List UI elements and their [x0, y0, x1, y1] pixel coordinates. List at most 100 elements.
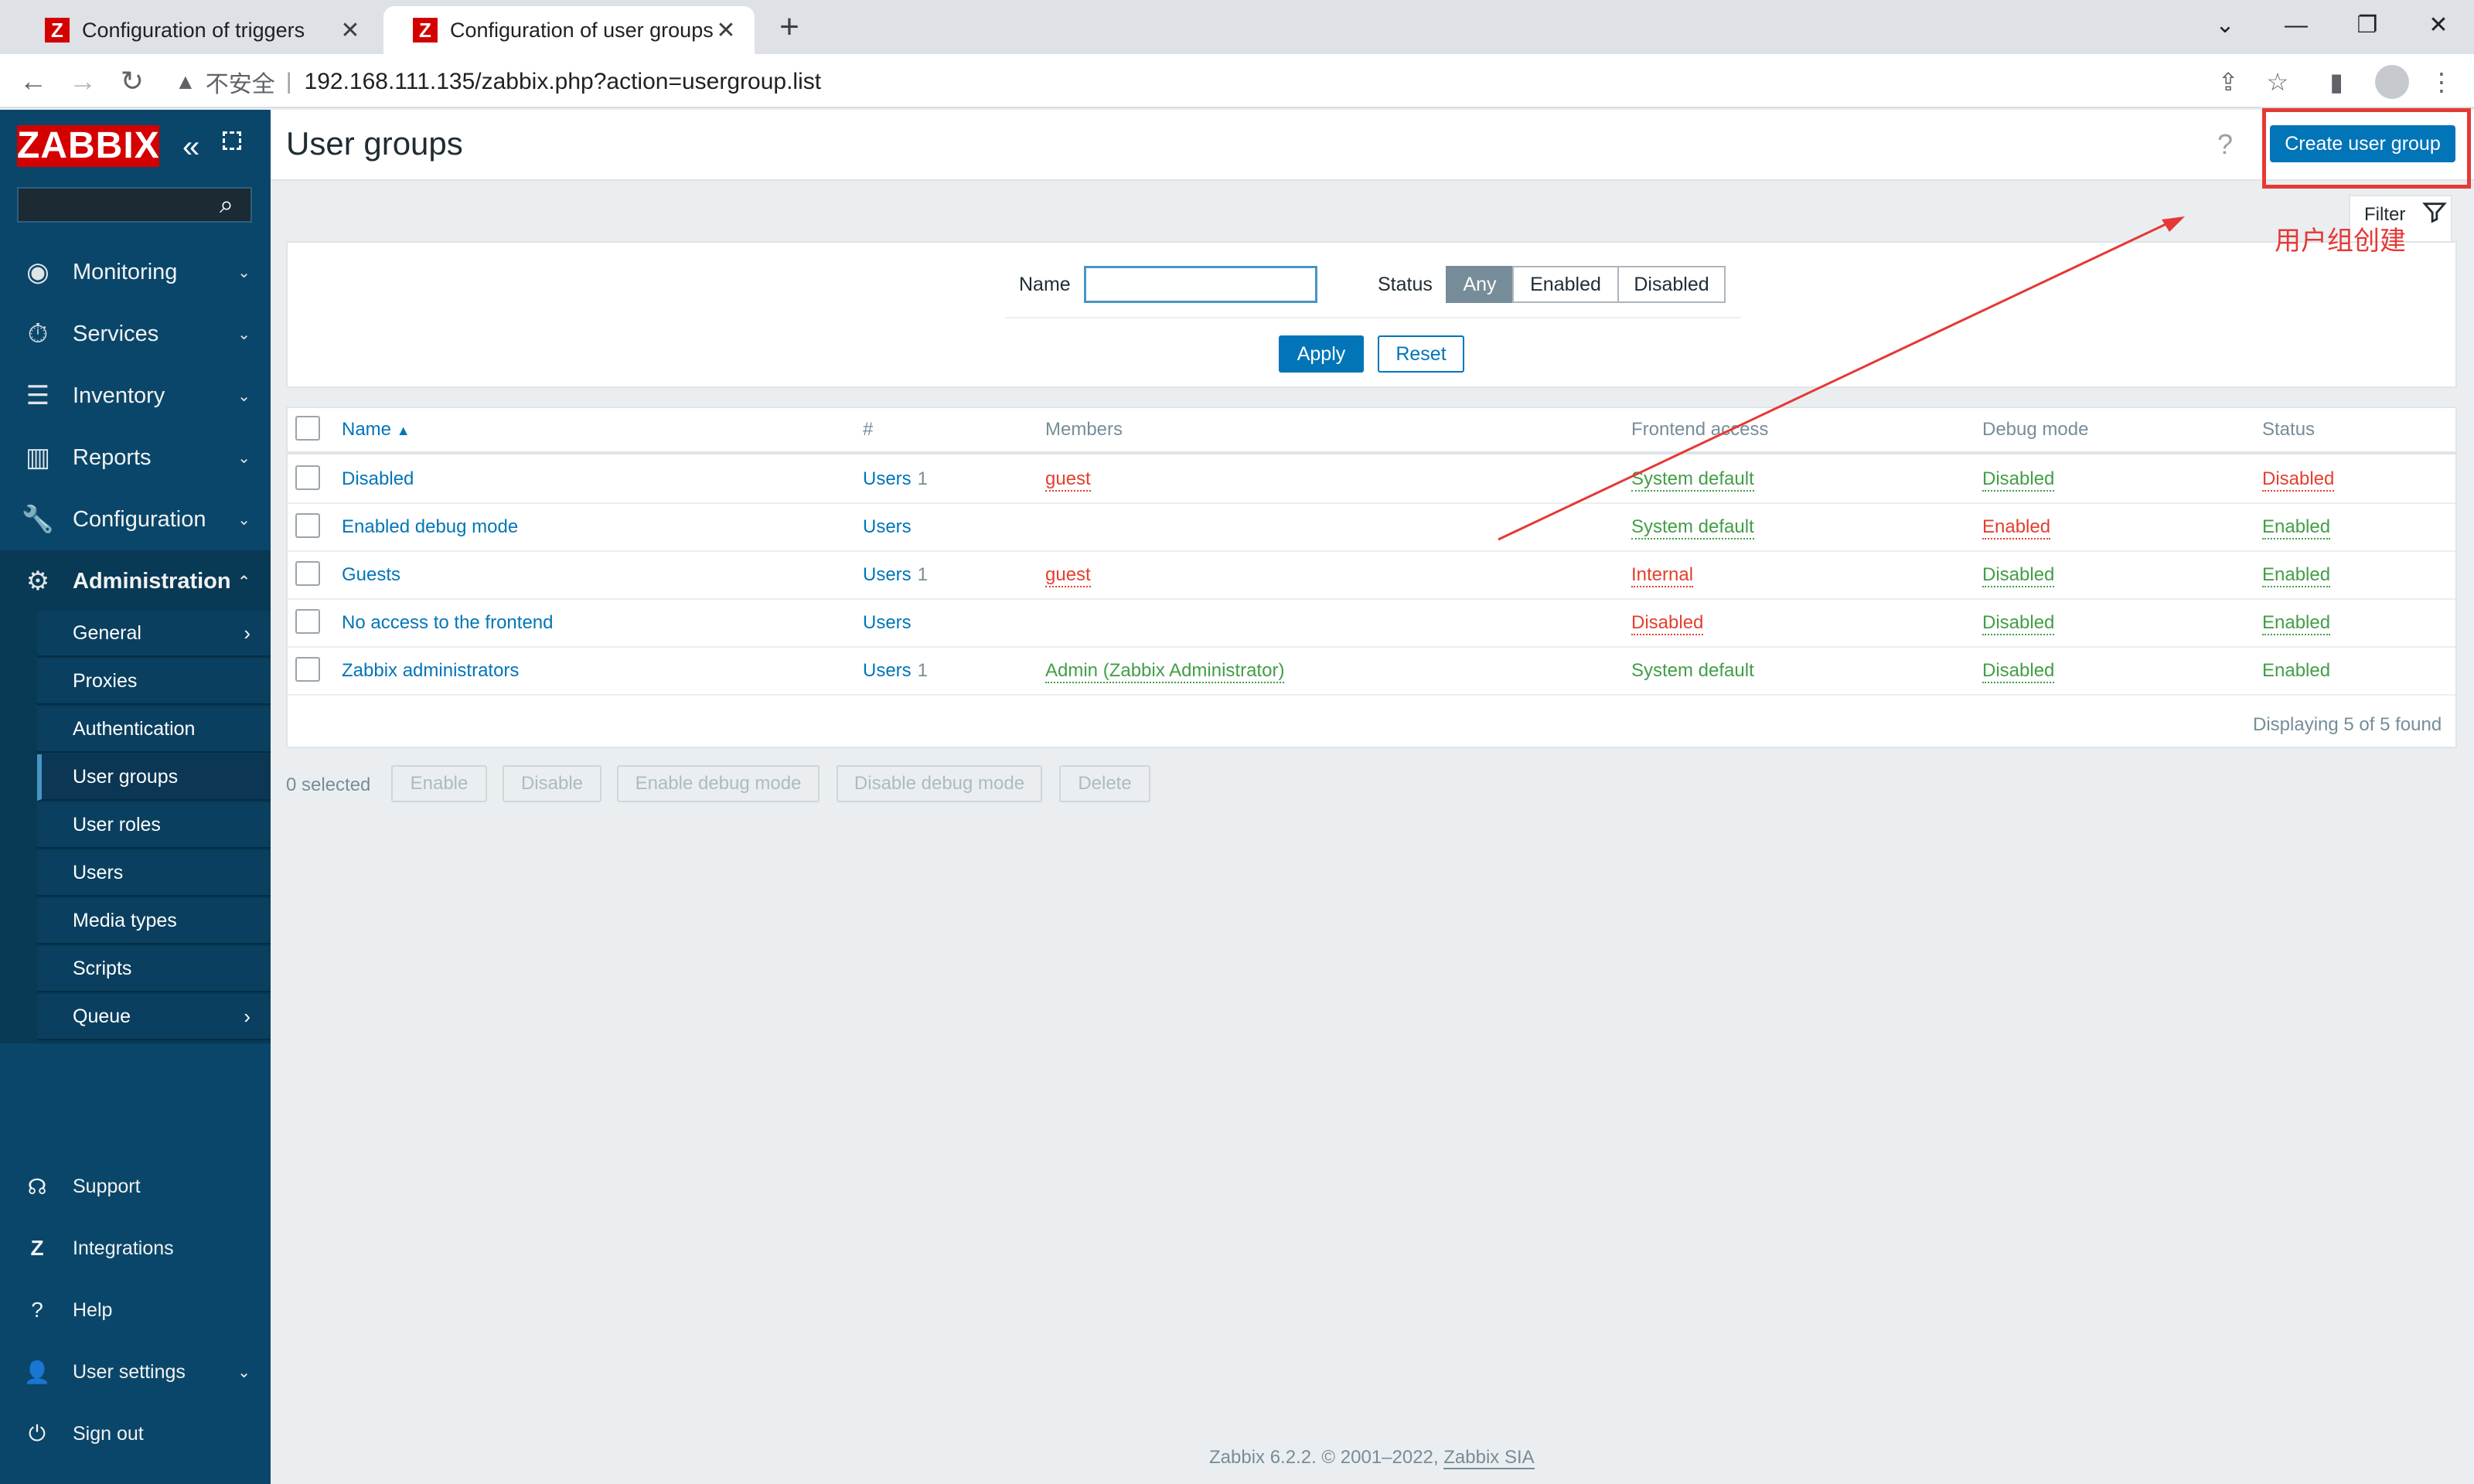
users-link[interactable]: Users 1: [863, 564, 928, 586]
group-name-link[interactable]: No access to the frontend: [342, 612, 554, 634]
minimize-icon[interactable]: —: [2273, 6, 2319, 45]
delete-button[interactable]: Delete: [1059, 765, 1150, 802]
menu-sign-out[interactable]: ⏻ Sign out: [0, 1404, 271, 1464]
group-name-link[interactable]: Guests: [342, 564, 400, 586]
share-icon[interactable]: ⇪: [2210, 63, 2247, 100]
frontend-access-toggle[interactable]: System default: [1631, 516, 1754, 539]
users-link[interactable]: Users 1: [863, 468, 928, 490]
submenu-media-types[interactable]: Media types: [37, 898, 271, 945]
apply-button[interactable]: Apply: [1279, 335, 1364, 373]
menu-reports[interactable]: ▥ Reports ⌄: [0, 427, 271, 488]
submenu-authentication[interactable]: Authentication: [37, 706, 271, 753]
status-toggle[interactable]: Enabled: [2262, 564, 2331, 587]
frontend-access-toggle[interactable]: System default: [1631, 468, 1754, 492]
submenu-queue[interactable]: Queue ›: [37, 994, 271, 1040]
zabbix-favicon-icon: Z: [45, 18, 70, 43]
row-checkbox[interactable]: [295, 609, 320, 634]
help-icon[interactable]: ?: [2217, 128, 2233, 161]
forward-icon[interactable]: →: [63, 62, 102, 100]
menu-administration[interactable]: ⚙ Administration ⌃: [0, 550, 271, 612]
debug-mode-toggle[interactable]: Enabled: [1982, 516, 2051, 539]
administration-submenu: General › Proxies Authentication User gr…: [0, 611, 271, 1043]
submenu-scripts[interactable]: Scripts: [37, 946, 271, 992]
browser-menu-icon[interactable]: ⋮: [2423, 63, 2460, 100]
member-link[interactable]: guest: [1045, 468, 1091, 492]
row-checkbox[interactable]: [295, 657, 320, 682]
menu-help[interactable]: ? Help: [0, 1280, 271, 1340]
tab-search-chevron-icon[interactable]: ⌄: [2202, 6, 2248, 45]
submenu-general[interactable]: General ›: [37, 611, 271, 657]
stopwatch-icon: ⏱: [27, 318, 49, 349]
debug-mode-toggle[interactable]: Disabled: [1982, 468, 2055, 492]
browser-tab-triggers[interactable]: Z Configuration of triggers ✕: [15, 6, 379, 54]
disable-button[interactable]: Disable: [503, 765, 601, 802]
frontend-access-toggle[interactable]: Disabled: [1631, 612, 1704, 635]
row-checkbox[interactable]: [295, 513, 320, 538]
status-enabled-toggle[interactable]: Enabled: [1512, 266, 1619, 303]
url-text: 192.168.111.135/zabbix.php?action=usergr…: [304, 69, 822, 94]
url-field[interactable]: ▲ 不安全 | 192.168.111.135/zabbix.php?actio…: [175, 65, 821, 99]
menu-support[interactable]: ☊ Support: [0, 1156, 271, 1217]
new-tab-icon[interactable]: +: [770, 8, 809, 46]
group-name-link[interactable]: Disabled: [342, 468, 414, 490]
browser-tab-user-groups[interactable]: Z Configuration of user groups ✕: [383, 6, 755, 54]
frontend-access-toggle[interactable]: Internal: [1631, 564, 1694, 587]
status-disabled-toggle[interactable]: Disabled: [1617, 266, 1726, 303]
side-panel-icon[interactable]: ▮: [2318, 63, 2355, 100]
member-link[interactable]: guest: [1045, 564, 1091, 587]
enable-debug-mode-button[interactable]: Enable debug mode: [617, 765, 820, 802]
back-icon[interactable]: ←: [14, 62, 53, 100]
status-any-toggle[interactable]: Any: [1446, 266, 1514, 303]
displaying-count: Displaying 5 of 5 found: [2253, 714, 2442, 735]
users-link[interactable]: Users: [863, 516, 918, 538]
debug-mode-toggle[interactable]: Disabled: [1982, 660, 2055, 683]
column-header-name[interactable]: Name ▲: [342, 419, 411, 441]
chevron-down-icon: ⌄: [237, 1363, 250, 1381]
row-checkbox[interactable]: [295, 561, 320, 586]
menu-services[interactable]: ⏱ Services ⌄: [0, 303, 271, 365]
submenu-users[interactable]: Users: [37, 850, 271, 897]
status-toggle[interactable]: Enabled: [2262, 612, 2331, 635]
submenu-user-roles[interactable]: User roles: [37, 802, 271, 849]
list-icon: ☰: [26, 381, 50, 410]
menu-inventory[interactable]: ☰ Inventory ⌄: [0, 365, 271, 427]
group-name-link[interactable]: Enabled debug mode: [342, 516, 518, 538]
disable-debug-mode-button[interactable]: Disable debug mode: [837, 765, 1042, 802]
collapse-sidebar-icon[interactable]: «: [182, 130, 199, 165]
column-header-members: Members: [1045, 419, 1123, 440]
annotation-text: 用户组创建: [2275, 226, 2406, 256]
users-link[interactable]: Users 1: [863, 660, 928, 682]
row-checkbox[interactable]: [295, 465, 320, 490]
enable-button[interactable]: Enable: [391, 765, 487, 802]
profile-avatar-icon[interactable]: [2375, 65, 2409, 99]
select-all-checkbox[interactable]: [295, 416, 320, 441]
menu-monitoring[interactable]: ◉ Monitoring ⌄: [0, 241, 271, 303]
debug-mode-toggle[interactable]: Disabled: [1982, 612, 2055, 635]
page-title: User groups: [286, 125, 463, 162]
users-link[interactable]: Users: [863, 612, 918, 634]
submenu-proxies[interactable]: Proxies: [37, 659, 271, 705]
debug-mode-toggle[interactable]: Disabled: [1982, 564, 2055, 587]
menu-configuration[interactable]: 🔧 Configuration ⌄: [0, 488, 271, 550]
menu-user-settings[interactable]: 👤 User settings ⌄: [0, 1342, 271, 1402]
kiosk-mode-icon[interactable]: [223, 131, 241, 150]
bookmark-star-icon[interactable]: ☆: [2259, 63, 2296, 100]
restore-icon[interactable]: ❐: [2344, 6, 2391, 45]
group-name-link[interactable]: Zabbix administrators: [342, 660, 519, 682]
menu-integrations[interactable]: Z Integrations: [0, 1218, 271, 1278]
status-toggle[interactable]: Disabled: [2262, 468, 2335, 492]
reset-button[interactable]: Reset: [1378, 335, 1464, 373]
reload-icon[interactable]: ↻: [113, 62, 152, 100]
search-icon[interactable]: ⌕: [220, 190, 233, 220]
zabbix-sia-link[interactable]: Zabbix SIA: [1443, 1447, 1535, 1469]
status-toggle[interactable]: Enabled: [2262, 516, 2331, 539]
member-link[interactable]: Admin (Zabbix Administrator): [1045, 660, 1285, 683]
close-tab-icon[interactable]: ✕: [337, 17, 363, 44]
name-filter-input[interactable]: [1084, 266, 1317, 303]
close-tab-icon[interactable]: ✕: [713, 17, 739, 44]
wrench-icon: 🔧: [21, 505, 55, 534]
zabbix-logo[interactable]: ZABBIX: [17, 125, 159, 167]
close-window-icon[interactable]: ✕: [2415, 6, 2462, 45]
submenu-user-groups[interactable]: User groups: [37, 754, 271, 801]
sidebar-search-input[interactable]: [17, 187, 252, 223]
